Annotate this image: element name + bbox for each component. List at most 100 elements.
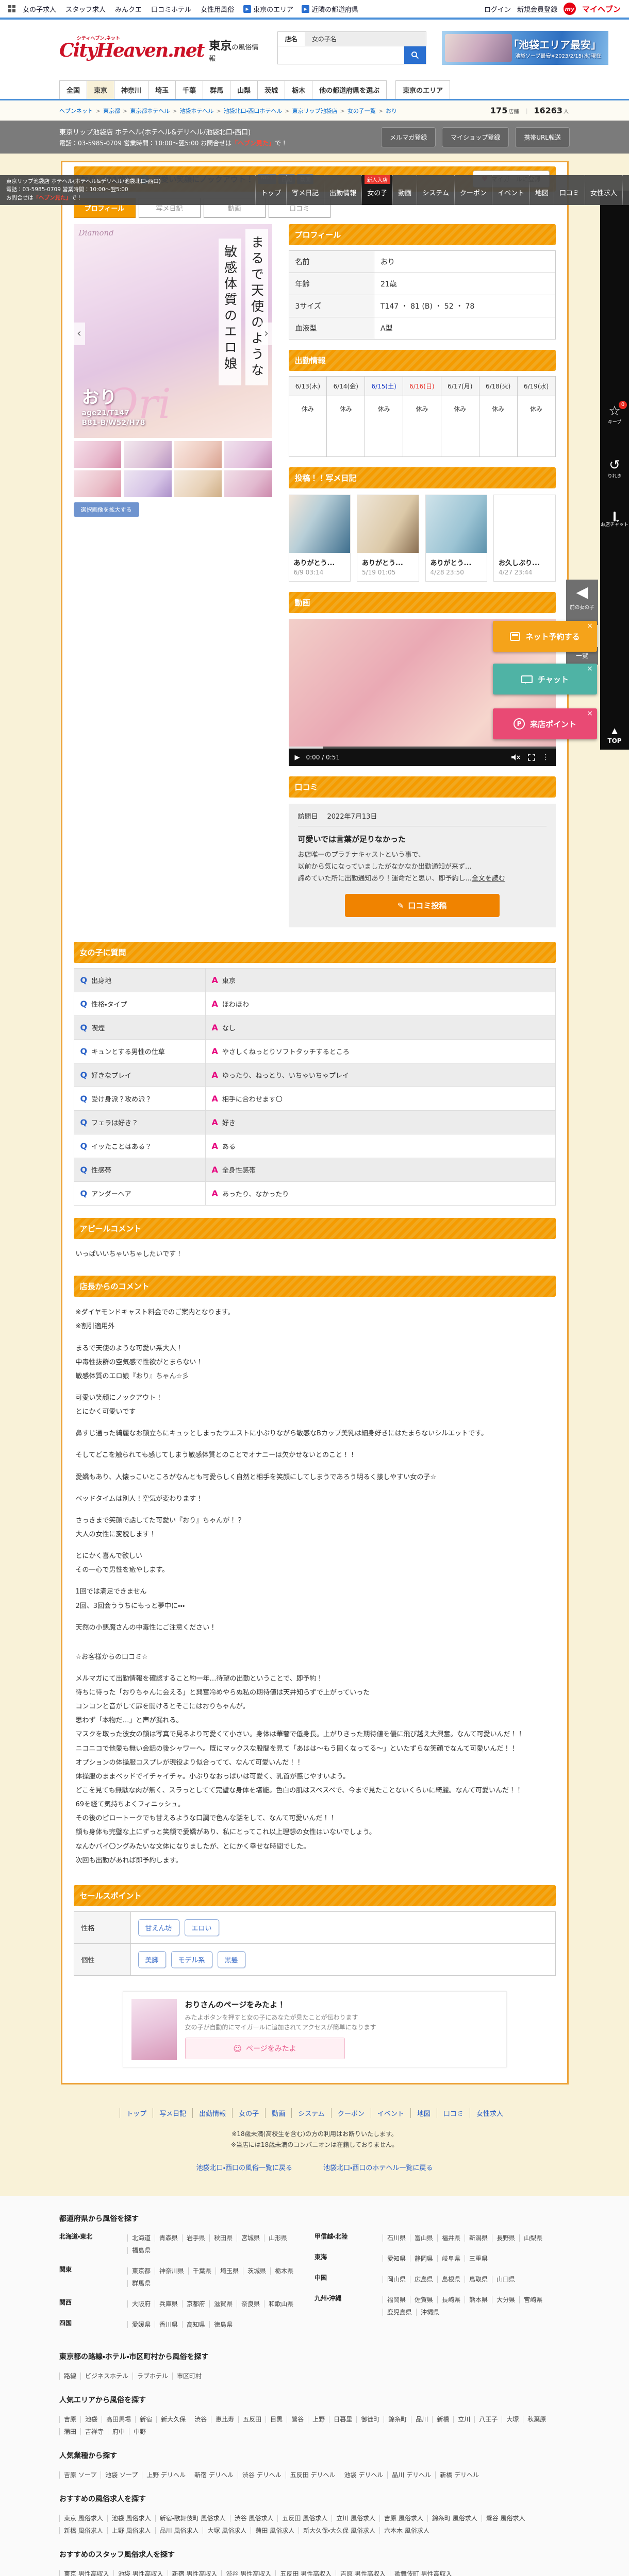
footer-link[interactable]: 青森県 <box>155 2234 183 2242</box>
footer-link[interactable]: 富山県 <box>410 2234 438 2242</box>
top-link[interactable]: 口コミホテル <box>151 4 191 14</box>
scroll-top-button[interactable]: ▲ TOP <box>600 726 629 745</box>
footer-link[interactable]: 立川 <box>453 2415 475 2423</box>
footer-link[interactable]: 山口県 <box>492 2275 520 2283</box>
shop-nav-tab[interactable]: トップ <box>255 175 286 205</box>
footer-link[interactable]: 山梨県 <box>519 2234 547 2242</box>
back-to-hotehel-list-link[interactable]: 池袋北口・西口のホテヘル一覧に戻る <box>323 2162 433 2172</box>
footer-link[interactable]: 吉祥寺 <box>80 2428 108 2435</box>
footer-link[interactable]: 東京 男性高収入 <box>59 2570 113 2576</box>
footer-link[interactable]: 愛媛県 <box>127 2320 155 2328</box>
shop-nav-link[interactable]: システム <box>291 2108 331 2118</box>
footer-link[interactable]: 新宿 <box>135 2415 157 2423</box>
footer-link[interactable]: 長崎県 <box>437 2296 465 2303</box>
footer-link[interactable]: 日暮里 <box>329 2415 357 2423</box>
footer-link[interactable]: 上野 デリヘル <box>142 2471 190 2479</box>
shop-nav-link[interactable]: 写メ日記 <box>153 2108 192 2118</box>
close-icon[interactable]: × <box>587 709 593 718</box>
pref-tab[interactable]: 他の都道府県を選ぶ <box>312 80 387 99</box>
close-icon[interactable]: × <box>587 665 593 673</box>
footer-link[interactable]: 渋谷 <box>190 2415 211 2423</box>
footer-link[interactable]: 新宿・歌舞伎町 風俗求人 <box>155 2514 230 2522</box>
footer-link[interactable]: 渋谷 男性高収入 <box>221 2570 276 2576</box>
footer-link[interactable]: 群馬県 <box>127 2279 155 2287</box>
footer-link[interactable]: 新大久保 <box>156 2415 190 2423</box>
footer-link[interactable]: ラブホテル <box>133 2372 173 2380</box>
photo-thumbnail[interactable] <box>124 441 172 468</box>
footer-link[interactable]: 鹿児島県 <box>383 2308 417 2316</box>
read-more-link[interactable]: 全文を読む <box>472 875 505 883</box>
visit-point-button[interactable]: P 来店ポイント × <box>493 708 597 739</box>
footer-link[interactable]: 沖縄県 <box>416 2308 444 2316</box>
photo-thumbnail[interactable] <box>124 470 172 497</box>
footer-link[interactable]: 長野県 <box>492 2234 520 2242</box>
footer-link[interactable]: 福井県 <box>437 2234 465 2242</box>
footer-link[interactable]: 渋谷 風俗求人 <box>229 2514 278 2522</box>
footer-link[interactable]: 吉原 ソープ <box>59 2471 101 2479</box>
shop-nav-link[interactable]: 地図 <box>410 2108 437 2118</box>
footer-link[interactable]: 御徒町 <box>356 2415 384 2423</box>
prev-girl-button[interactable]: ◀ 前の女の子 <box>566 580 598 625</box>
breadcrumb-link[interactable]: 東京リップ池袋店 <box>292 108 338 114</box>
footer-link[interactable]: 新宿 男性高収入 <box>167 2570 222 2576</box>
pref-tab[interactable]: 東京 <box>87 80 115 99</box>
breadcrumb-link[interactable]: 東京都 <box>103 108 120 114</box>
footer-link[interactable]: 岡山県 <box>383 2275 410 2283</box>
mitayo-button[interactable]: ☺ ページをみたよ <box>185 2038 345 2060</box>
shop-nav-link[interactable]: 女性求人 <box>469 2108 509 2118</box>
footer-link[interactable]: 大分県 <box>492 2296 520 2303</box>
top-link[interactable]: みんクエ <box>115 4 142 14</box>
keep-button[interactable]: ☆ 0 キープ <box>600 401 629 426</box>
footer-link[interactable]: 新橋 デリヘル <box>435 2471 484 2479</box>
shop-nav-tab[interactable]: クーポン <box>454 175 492 205</box>
shop-nav-tab[interactable]: 新人入店 女の子 <box>361 175 393 205</box>
footer-link[interactable]: 東京 風俗求人 <box>59 2514 107 2522</box>
photo-thumbnail[interactable] <box>224 470 272 497</box>
login-link[interactable]: ログイン <box>484 4 511 14</box>
footer-link[interactable]: 大塚 <box>502 2415 523 2423</box>
breadcrumb-link[interactable]: 東京都ホテヘル <box>130 108 170 114</box>
footer-link[interactable]: 新潟県 <box>465 2234 492 2242</box>
net-reserve-button[interactable]: ネット予約する × <box>493 621 597 652</box>
footer-link[interactable]: 香川県 <box>155 2320 183 2328</box>
photo-thumbnail[interactable] <box>174 441 222 468</box>
footer-link[interactable]: 新橋 <box>432 2415 454 2423</box>
pref-tab[interactable]: 埼玉 <box>148 80 176 99</box>
footer-link[interactable]: 渋谷 デリヘル <box>237 2471 286 2479</box>
pref-tab[interactable]: 全国 <box>59 80 88 99</box>
footer-link[interactable]: 埼玉県 <box>216 2267 243 2275</box>
pref-tab[interactable]: 栃木 <box>285 80 313 99</box>
footer-link[interactable]: 中野 <box>129 2428 151 2435</box>
diary-post[interactable]: ありがとう... 5/19 01:05 <box>357 495 419 582</box>
shop-nav-tab[interactable]: 出勤情報 <box>324 175 361 205</box>
footer-link[interactable]: 吉原 男性高収入 <box>336 2570 390 2576</box>
footer-link[interactable]: 歌舞伎町 男性高収入 <box>389 2570 456 2576</box>
breadcrumb-link[interactable]: 池袋ホテヘル <box>179 108 213 114</box>
pref-tab[interactable]: 千葉 <box>175 80 204 99</box>
shop-action-button[interactable]: メルマガ登録 <box>381 127 436 147</box>
chat-button[interactable]: チャット × <box>493 664 597 694</box>
footer-link[interactable]: 佐賀県 <box>410 2296 438 2303</box>
footer-link[interactable]: 石川県 <box>383 2234 410 2242</box>
footer-link[interactable]: 蒲田 <box>59 2428 81 2435</box>
footer-link[interactable]: 秋葉原 <box>523 2415 551 2423</box>
shop-nav-link[interactable]: クーポン <box>330 2108 371 2118</box>
shop-nav-tab[interactable]: 口コミ <box>553 175 585 205</box>
footer-link[interactable]: 三重県 <box>465 2255 492 2262</box>
footer-link[interactable]: 島根県 <box>437 2275 465 2283</box>
breadcrumb-link[interactable]: おり <box>386 108 397 114</box>
footer-link[interactable]: 新大久保・大久保 風俗求人 <box>299 2527 380 2534</box>
shop-nav-link[interactable]: 動画 <box>265 2108 291 2118</box>
footer-link[interactable]: 鳥取県 <box>465 2275 492 2283</box>
footer-link[interactable]: 兵庫県 <box>155 2300 183 2308</box>
footer-link[interactable]: 大阪府 <box>127 2300 155 2308</box>
footer-link[interactable]: 五反田 風俗求人 <box>277 2514 332 2522</box>
photo-thumbnail[interactable] <box>224 441 272 468</box>
sales-tag[interactable]: 黒髪 <box>217 1951 245 1968</box>
footer-link[interactable]: ビジネスホテル <box>80 2372 133 2380</box>
fullscreen-icon[interactable] <box>527 754 535 761</box>
footer-link[interactable]: 静岡県 <box>410 2255 438 2262</box>
diary-post[interactable]: お久しぶり... 4/27 23:44 <box>493 495 556 582</box>
diary-post[interactable]: ありがとう... 4/28 23:50 <box>425 495 487 582</box>
search-tab-girl[interactable]: 女の子名 <box>305 32 344 46</box>
